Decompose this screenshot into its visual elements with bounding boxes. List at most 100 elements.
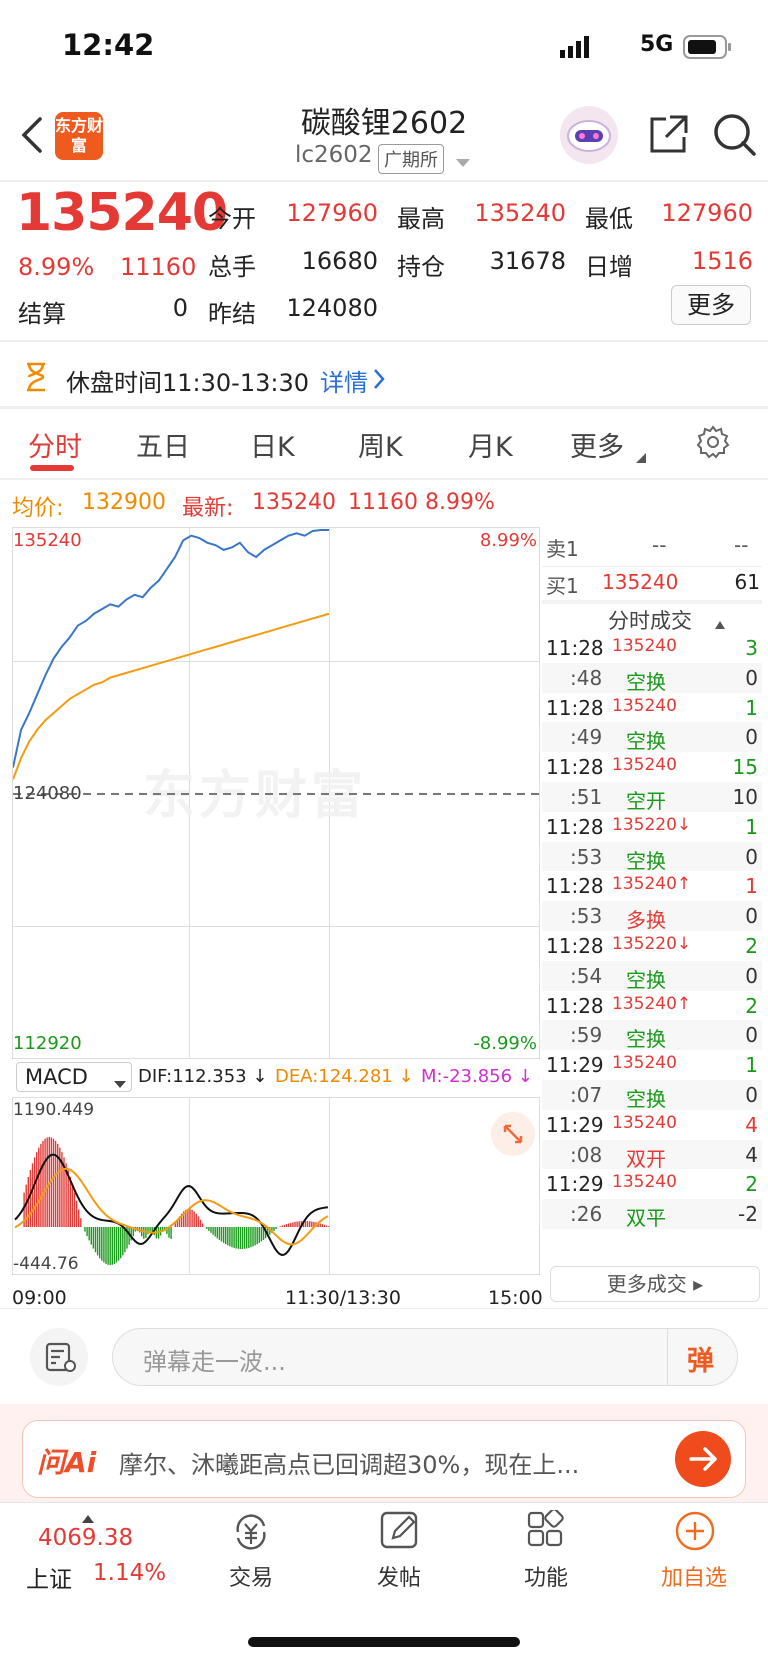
home-indicator [248, 1637, 520, 1647]
tick-row: :59 空换 0 [542, 1020, 762, 1052]
macd-bar [103, 1227, 105, 1263]
battery-icon [683, 34, 733, 64]
macd-bar [283, 1224, 286, 1227]
dropdown-arrow-icon[interactable] [456, 154, 470, 173]
tick-price: 135240 [612, 1112, 677, 1133]
danmu-input[interactable]: 弹幕走一波... 弹 [112, 1328, 738, 1386]
search-icon[interactable] [712, 112, 758, 162]
comment-list-icon[interactable] [30, 1328, 88, 1386]
caret-icon [636, 448, 646, 467]
tab-five-day[interactable]: 五日 [136, 425, 190, 464]
sort-up-icon[interactable] [715, 614, 725, 633]
macd-bar [78, 1209, 80, 1227]
select-caret-icon [114, 1074, 126, 1093]
macd-bar [220, 1227, 223, 1242]
intraday-chart[interactable]: 东方财富 135240 124080 112920 8.99% -8.99% [12, 527, 541, 1059]
settings-icon[interactable] [696, 425, 730, 463]
macd-bar [206, 1227, 208, 1229]
tick-price: 135240↑ [612, 874, 692, 895]
nav-add-watch[interactable]: 加自选 [644, 1560, 744, 1592]
danmu-toggle-button[interactable]: 弹 [687, 1339, 714, 1378]
macd-bar [193, 1211, 195, 1227]
settle-value: 0 [172, 294, 188, 322]
buy-price: 135240 [602, 570, 679, 594]
index-pct[interactable]: 1.14% [93, 1560, 166, 1586]
tab-daily-k[interactable]: 日K [250, 425, 295, 464]
tick-row: :48 空换 0 [542, 662, 762, 694]
divider [0, 406, 768, 409]
more-quote-button[interactable]: 更多 [671, 285, 751, 325]
volume-label: 总手 [208, 253, 256, 281]
more-ticks-button[interactable]: 更多成交 ▸ [550, 1266, 760, 1302]
tick-row: 11:29 135240 2 [542, 1169, 762, 1200]
macd-bar [96, 1227, 99, 1256]
share-icon[interactable] [646, 113, 690, 161]
macd-bar [321, 1224, 323, 1227]
add-watch-icon[interactable] [674, 1510, 716, 1556]
nav-post[interactable]: 发帖 [349, 1560, 449, 1592]
ai-assistant-icon[interactable] [560, 106, 618, 164]
tick-row: :54 空换 0 [542, 960, 762, 992]
low-label: 最低 [585, 205, 633, 233]
volume-value: 16680 [301, 247, 378, 275]
daily-add-label: 日增 [585, 253, 633, 281]
arrow-right-icon[interactable] [675, 1431, 731, 1487]
macd-bar [241, 1227, 244, 1249]
tick-price: 空换 [626, 1027, 666, 1052]
macd-bar [99, 1227, 101, 1259]
tick-row: :51 空开 10 [542, 781, 762, 813]
macd-bar [92, 1227, 95, 1249]
macd-bar [227, 1227, 229, 1246]
tick-row: :07 空换 0 [542, 1079, 762, 1111]
expand-icon[interactable] [491, 1112, 535, 1156]
tab-indicator [30, 465, 74, 471]
macd-bar [36, 1152, 38, 1227]
axis-mid-label: 124080 [13, 783, 82, 804]
macd-chart[interactable]: 1190.449 -444.76 [12, 1097, 540, 1275]
tick-volume: 1 [745, 874, 758, 899]
tab-more[interactable]: 更多 [570, 425, 624, 464]
intraday-lines [13, 529, 541, 795]
tick-volume: 2 [745, 1172, 758, 1197]
macd-bar [288, 1223, 290, 1227]
tick-row: 11:28 135240 15 [542, 752, 762, 782]
hourglass-icon [24, 362, 48, 396]
macd-bar [243, 1227, 246, 1249]
index-name[interactable]: 上证 [26, 1560, 72, 1594]
tick-row: :53 空换 0 [542, 841, 762, 873]
tick-time: :07 [570, 1082, 603, 1107]
edit-icon[interactable] [379, 1510, 421, 1556]
macd-bar [222, 1227, 225, 1243]
chevron-right-icon[interactable] [373, 368, 385, 394]
macd-bar [246, 1227, 248, 1249]
nav-trade[interactable]: 交易 [201, 1560, 301, 1592]
latest-change: 11160 [348, 490, 418, 515]
macd-bar [111, 1227, 113, 1265]
macd-bar [201, 1223, 204, 1227]
trade-icon[interactable] [230, 1512, 272, 1556]
ticks-title[interactable]: 分时成交 [608, 605, 692, 635]
notice-detail-link[interactable]: 详情 [320, 363, 368, 398]
ticks-list: 11:28 135240 3:48 空换 0 11:28 135240 1:49 空换 0 11:2… [542, 633, 762, 1230]
tick-time: :48 [570, 665, 603, 690]
macd-bar [311, 1221, 313, 1227]
macd-bar [281, 1225, 284, 1227]
macd-bar [197, 1216, 200, 1227]
tab-monthly-k[interactable]: 月K [468, 425, 513, 464]
index-value[interactable]: 4069.38 [38, 1525, 133, 1551]
tick-row: 11:29 135240 1 [542, 1050, 762, 1080]
tick-volume: 0 [745, 1082, 758, 1107]
high-value: 135240 [474, 199, 566, 227]
macd-bar [216, 1227, 218, 1239]
sell-volume: -- [734, 533, 749, 557]
macd-bar [250, 1227, 252, 1248]
apps-icon[interactable] [526, 1508, 566, 1554]
macd-bar [235, 1227, 237, 1249]
oi-value: 31678 [489, 247, 566, 275]
tab-intraday[interactable]: 分时 [28, 425, 82, 464]
ai-bar[interactable]: 问Ai 摩尔、沐曦距高点已回调超30%，现在上... [22, 1420, 746, 1498]
nav-function[interactable]: 功能 [496, 1560, 596, 1592]
tab-weekly-k[interactable]: 周K [358, 425, 403, 464]
tick-volume: 0 [745, 904, 758, 929]
macd-bar [40, 1143, 42, 1227]
